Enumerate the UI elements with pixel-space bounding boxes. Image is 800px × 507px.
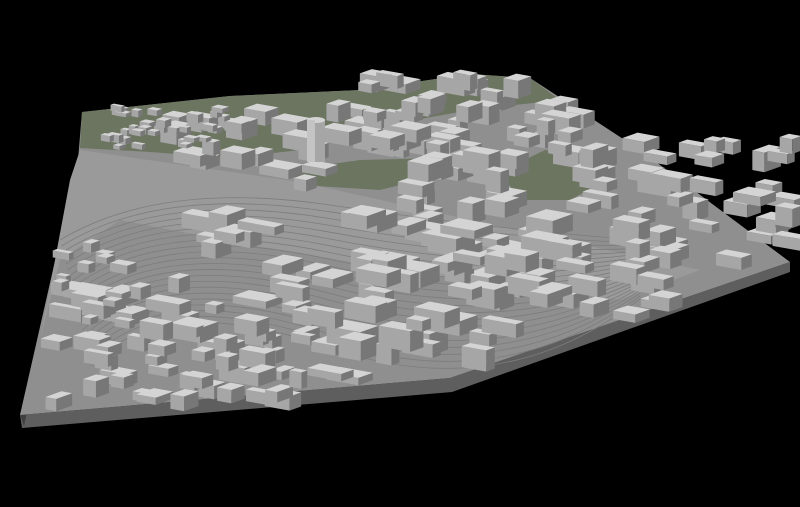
building-block — [625, 238, 650, 259]
building-block — [453, 69, 478, 92]
building-block — [779, 133, 800, 154]
building-block — [179, 124, 191, 134]
building-block — [504, 247, 540, 273]
building-block — [396, 194, 425, 214]
building-block — [406, 315, 431, 332]
building-block — [648, 290, 683, 312]
building-block — [407, 155, 444, 183]
building-block — [181, 370, 214, 390]
building-block — [215, 351, 239, 372]
building-block — [129, 282, 152, 300]
building-block — [326, 99, 351, 123]
building-block — [289, 368, 308, 389]
building-block — [536, 117, 556, 136]
building-block — [220, 145, 256, 170]
building-block — [503, 73, 532, 99]
building-block — [772, 230, 800, 251]
tower-building — [307, 117, 325, 162]
building-block — [186, 110, 204, 124]
building-block — [363, 107, 387, 122]
building-block — [147, 107, 163, 117]
building-block — [213, 333, 238, 352]
city-model-viewport — [0, 0, 800, 507]
building-block — [338, 331, 377, 362]
building-block — [234, 313, 270, 337]
building-block — [52, 278, 70, 292]
building-block — [139, 317, 174, 342]
building-block — [358, 79, 380, 94]
city-model-render — [20, 69, 800, 428]
building-block — [775, 202, 800, 228]
building-block — [484, 193, 520, 219]
building-block — [168, 272, 190, 294]
building-block — [100, 133, 114, 143]
building-block — [612, 214, 650, 242]
building-block — [77, 259, 96, 274]
building-block — [495, 148, 529, 170]
building-block — [293, 174, 317, 192]
building-block — [156, 117, 172, 128]
building-block — [131, 108, 143, 118]
building-block — [110, 371, 134, 390]
building-block — [703, 136, 726, 154]
building-block — [83, 374, 109, 398]
building-block — [205, 300, 225, 315]
building-block — [461, 342, 495, 372]
building-block — [592, 176, 618, 193]
building-block — [485, 166, 509, 194]
building-block — [147, 128, 160, 137]
